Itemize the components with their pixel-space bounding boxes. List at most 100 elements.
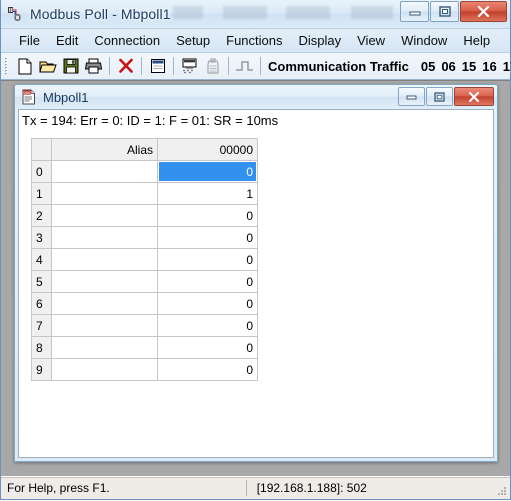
save-floppy-icon[interactable] <box>59 55 82 77</box>
new-document-icon[interactable] <box>13 55 36 77</box>
status-connection-text: [192.168.1.188]: 502 <box>256 481 367 495</box>
value-cell-3[interactable]: 0 <box>157 226 258 249</box>
table-row[interactable]: 0 0 <box>31 160 258 183</box>
alias-cell-9[interactable] <box>51 358 158 381</box>
function-05-button[interactable]: Communication Traffic <box>265 59 412 74</box>
value-cell-2[interactable]: 0 <box>157 204 258 227</box>
alias-cell-8[interactable] <box>51 336 158 359</box>
background-ghost-text-2 <box>223 6 267 19</box>
menu-item-edit[interactable]: Edit <box>48 31 86 50</box>
table-row[interactable]: 6 0 <box>31 292 258 315</box>
table-row[interactable]: 4 0 <box>31 248 258 271</box>
alias-cell-3[interactable] <box>51 226 158 249</box>
value-cell-7[interactable]: 0 <box>157 314 258 337</box>
background-ghost-text-3 <box>286 6 330 19</box>
child-close-button[interactable] <box>454 87 494 106</box>
mdi-child-window-mbpoll1: DOC Mbpoll1 Tx = 194: Err = 0: ID = 1: F… <box>14 84 498 462</box>
toolbar-separator-1 <box>109 57 110 75</box>
menu-item-setup[interactable]: Setup <box>168 31 218 50</box>
menu-item-view[interactable]: View <box>349 31 393 50</box>
row-index-3[interactable]: 3 <box>31 226 52 249</box>
row-index-8[interactable]: 8 <box>31 336 52 359</box>
menu-item-file[interactable]: File <box>11 31 48 50</box>
window-controls <box>399 1 507 22</box>
mdi-client-area: DOC Mbpoll1 Tx = 194: Err = 0: ID = 1: F… <box>1 80 510 476</box>
open-folder-icon[interactable] <box>36 55 59 77</box>
function-16-button[interactable]: 06 <box>438 59 458 74</box>
clipboard-icon[interactable] <box>201 55 224 77</box>
value-cell-0[interactable]: 0 <box>157 160 258 183</box>
menu-item-functions[interactable]: Functions <box>218 31 290 50</box>
poll-definition-icon[interactable] <box>178 55 201 77</box>
alias-cell-4[interactable] <box>51 248 158 271</box>
table-row[interactable]: 7 0 <box>31 314 258 337</box>
title-bar[interactable]: Modbus Poll - Mbpoll1 <box>1 0 510 29</box>
row-index-9[interactable]: 9 <box>31 358 52 381</box>
child-maximize-button[interactable] <box>426 87 453 106</box>
alias-cell-0[interactable] <box>51 160 158 183</box>
alias-cell-1[interactable] <box>51 182 158 205</box>
row-index-4[interactable]: 4 <box>31 248 52 271</box>
background-ghost-text-1 <box>173 6 203 19</box>
row-index-0[interactable]: 0 <box>31 160 52 183</box>
child-window-title: Mbpoll1 <box>43 89 89 105</box>
row-index-1[interactable]: 1 <box>31 182 52 205</box>
alias-cell-5[interactable] <box>51 270 158 293</box>
menu-item-window[interactable]: Window <box>393 31 455 50</box>
window-title: Modbus Poll - Mbpoll1 <box>30 6 171 22</box>
menu-item-connection[interactable]: Connection <box>86 31 168 50</box>
value-cell-5[interactable]: 0 <box>157 270 258 293</box>
print-icon[interactable] <box>82 55 105 77</box>
function-23-button[interactable]: 17 <box>500 59 511 74</box>
register-data-grid[interactable]: Alias 00000 0 0 1 1 2 0 3 0 4 0 5 0 6 0 … <box>31 138 258 381</box>
row-index-5[interactable]: 5 <box>31 270 52 293</box>
grid-header-row: Alias 00000 <box>31 138 258 161</box>
child-minimize-button[interactable] <box>398 87 425 106</box>
child-window-body: Tx = 194: Err = 0: ID = 1: F = 01: SR = … <box>18 109 494 458</box>
grid-corner-header[interactable] <box>31 138 52 161</box>
table-row[interactable]: 5 0 <box>31 270 258 293</box>
alias-cell-7[interactable] <box>51 314 158 337</box>
value-cell-9[interactable]: 0 <box>157 358 258 381</box>
function-17-button[interactable]: 15 <box>459 59 479 74</box>
status-bar: For Help, press F1. [192.168.1.188]: 502 <box>1 476 510 499</box>
table-row[interactable]: 1 1 <box>31 182 258 205</box>
maximize-button[interactable] <box>430 1 459 22</box>
modbus-app-icon[interactable] <box>7 5 25 23</box>
table-row[interactable]: 9 0 <box>31 358 258 381</box>
application-window: Modbus Poll - Mbpoll1 File Edit Connecti… <box>0 0 511 500</box>
function-22-button[interactable]: 16 <box>479 59 499 74</box>
value-cell-1[interactable]: 1 <box>157 182 258 205</box>
row-index-7[interactable]: 7 <box>31 314 52 337</box>
data-grid-container: Alias 00000 0 0 1 1 2 0 3 0 4 0 5 0 6 0 … <box>19 132 493 457</box>
alias-cell-6[interactable] <box>51 292 158 315</box>
status-help-text: For Help, press F1. <box>7 481 110 495</box>
value-cell-6[interactable]: 0 <box>157 292 258 315</box>
grid-header-address[interactable]: 00000 <box>157 138 258 161</box>
menu-item-help[interactable]: Help <box>455 31 498 50</box>
toolbar-separator-4 <box>228 57 229 75</box>
toolbar: Communication Traffic 05 06 15 16 17 23 … <box>1 53 511 80</box>
toolbar-separator-5 <box>260 57 261 75</box>
table-row[interactable]: 8 0 <box>31 336 258 359</box>
menu-item-display[interactable]: Display <box>291 31 350 50</box>
minimize-button[interactable] <box>400 1 429 22</box>
grid-header-alias[interactable]: Alias <box>51 138 158 161</box>
row-index-6[interactable]: 6 <box>31 292 52 315</box>
svg-text:DOC: DOC <box>23 91 31 95</box>
table-row[interactable]: 2 0 <box>31 204 258 227</box>
child-title-bar[interactable]: DOC Mbpoll1 <box>15 85 497 109</box>
function-15-button[interactable]: 05 <box>418 59 438 74</box>
disconnect-red-x-icon[interactable] <box>114 55 137 77</box>
toolbar-drag-grip[interactable] <box>4 57 10 75</box>
alias-cell-2[interactable] <box>51 204 158 227</box>
read-write-definition-icon[interactable] <box>146 55 169 77</box>
value-cell-8[interactable]: 0 <box>157 336 258 359</box>
value-cell-4[interactable]: 0 <box>157 248 258 271</box>
resize-grip-icon[interactable] <box>494 484 508 498</box>
row-index-2[interactable]: 2 <box>31 204 52 227</box>
background-ghost-text-4 <box>351 6 393 19</box>
pulse-signal-icon[interactable] <box>233 55 256 77</box>
close-button[interactable] <box>460 1 507 22</box>
table-row[interactable]: 3 0 <box>31 226 258 249</box>
